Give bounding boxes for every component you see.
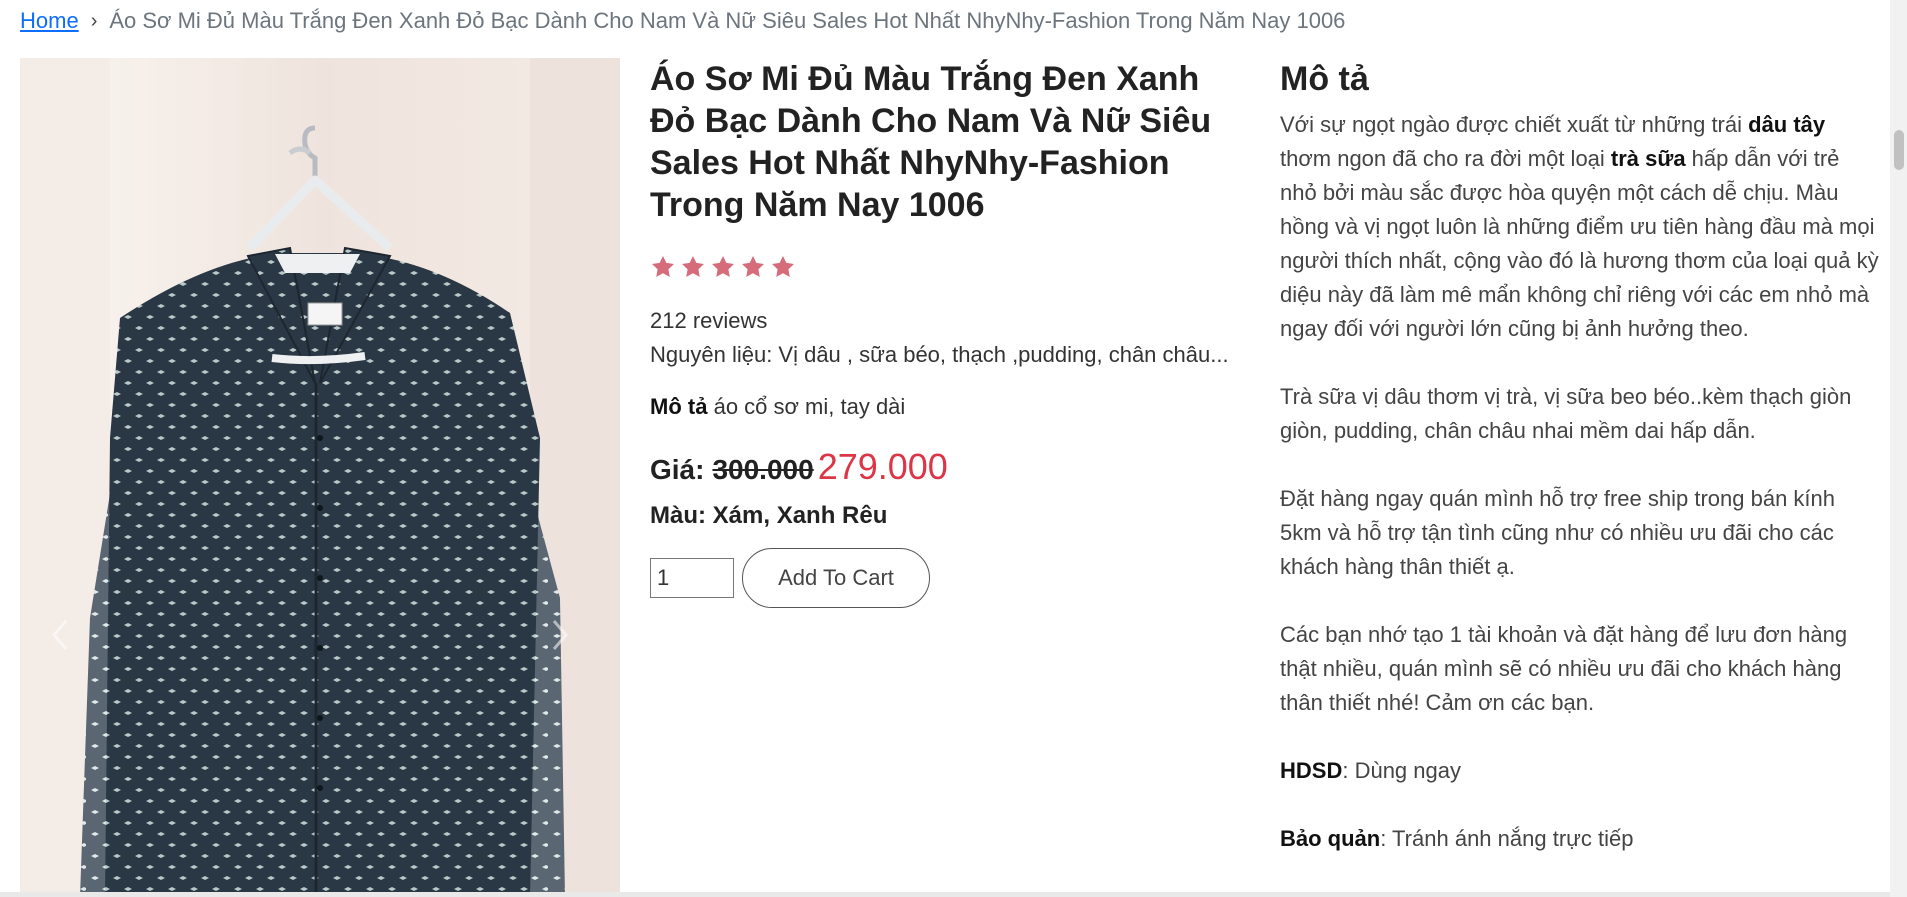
cart-row: Add To Cart	[650, 548, 1250, 608]
price-label: Giá:	[650, 454, 705, 485]
short-description-text: áo cổ sơ mi, tay dài	[713, 394, 906, 419]
chevron-left-icon	[52, 620, 68, 650]
storage-text: : Tránh ánh nắng trực tiếp	[1380, 826, 1634, 851]
description-text: thơm ngon đã cho ra đời một loại	[1280, 146, 1611, 171]
description-paragraph-4: Các bạn nhớ tạo 1 tài khoản và đặt hàng …	[1280, 622, 1848, 715]
description-paragraph-2: Trà sữa vị dâu thơm vị trà, vị sữa beo b…	[1280, 384, 1852, 443]
usage-label: HDSD	[1280, 758, 1343, 783]
add-to-cart-button[interactable]: Add To Cart	[742, 548, 930, 608]
product-image-carousel[interactable]	[20, 58, 620, 897]
short-description: Mô tả áo cổ sơ mi, tay dài	[650, 394, 1250, 420]
price: Giá: 300.000 279.000	[650, 446, 1250, 488]
chevron-right-icon	[552, 620, 568, 650]
description-section: Mô tả Với sự ngọt ngào được chiết xuất t…	[1280, 58, 1880, 890]
description-heading: Mô tả	[1280, 60, 1369, 98]
product-title: Áo Sơ Mi Đủ Màu Trắng Đen Xanh Đỏ Bạc Dà…	[650, 60, 1212, 224]
breadcrumb-separator: ›	[90, 9, 98, 32]
description-bold: dâu tây	[1748, 112, 1826, 137]
storage-label: Bảo quản	[1280, 826, 1381, 851]
usage-instructions: HDSD: Dùng ngay	[1280, 754, 1880, 788]
storage-instructions: Bảo quản: Tránh ánh nắng trực tiếp	[1280, 822, 1880, 856]
reviews-count[interactable]: 212 reviews	[650, 308, 1250, 334]
description-text: Với sự ngọt ngào được chiết xuất từ nhữn…	[1280, 112, 1749, 137]
breadcrumb: Home › Áo Sơ Mi Đủ Màu Trắng Đen Xanh Đỏ…	[20, 6, 1345, 36]
carousel-next-button[interactable]	[550, 618, 590, 678]
description-paragraph-1: Với sự ngọt ngào được chiết xuất từ nhữn…	[1280, 108, 1880, 346]
page-bottom-edge	[0, 892, 1890, 897]
star-icon	[712, 255, 734, 277]
product-image	[20, 58, 620, 897]
short-description-label: Mô tả	[650, 394, 708, 419]
description-paragraph-3: Đặt hàng ngay quán mình hỗ trợ free ship…	[1280, 486, 1836, 579]
star-icon	[742, 255, 764, 277]
description-text: hấp dẫn với trẻ nhỏ bởi màu sắc được hòa…	[1280, 146, 1879, 341]
description-bold: trà sữa	[1610, 146, 1686, 171]
price-new: 279.000	[817, 446, 948, 487]
scrollbar[interactable]	[1890, 0, 1907, 897]
breadcrumb-home-link[interactable]: Home	[20, 8, 79, 34]
quantity-input[interactable]	[650, 558, 734, 598]
breadcrumb-current: Áo Sơ Mi Đủ Màu Trắng Đen Xanh Đỏ Bạc Dà…	[109, 8, 1346, 33]
ingredients: Nguyên liệu: Vị dâu , sữa béo, thạch ,pu…	[650, 342, 1229, 367]
star-icon	[652, 255, 674, 277]
rating-stars	[650, 254, 1250, 280]
usage-text: : Dùng ngay	[1342, 758, 1461, 783]
star-icon	[772, 255, 794, 277]
price-old: 300.000	[712, 454, 814, 485]
product-info: Áo Sơ Mi Đủ Màu Trắng Đen Xanh Đỏ Bạc Dà…	[650, 58, 1250, 608]
star-icon	[682, 255, 704, 277]
carousel-prev-button[interactable]	[50, 618, 90, 678]
color-options: Màu: Xám, Xanh Rêu	[650, 502, 888, 529]
scrollbar-thumb[interactable]	[1894, 130, 1904, 170]
